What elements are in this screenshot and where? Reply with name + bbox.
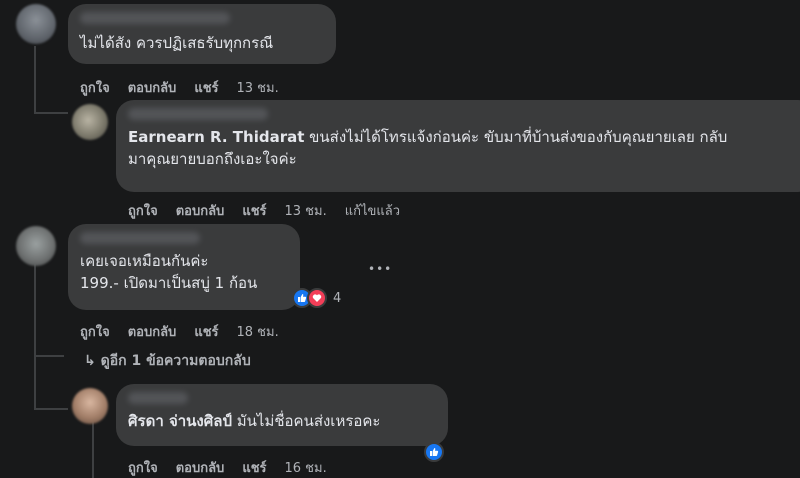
view-more-replies-label: ดูอีก 1 ข้อความตอบกลับ (100, 353, 251, 369)
comment-bubble: ศิรดา จ่านงศิลป์ มันไม่ชื่อคนส่งเหรอคะ (116, 384, 448, 446)
comment-text: ไม่ได้สัง ควรปฏิเสธรับทุกกรณี (80, 34, 274, 52)
thread-line-elbow (34, 408, 68, 410)
timestamp[interactable]: 13 ชม. (285, 200, 327, 221)
reply-link[interactable]: ตอบกลับ (176, 200, 225, 221)
thread-line-elbow (34, 355, 64, 357)
share-link[interactable]: แชร์ (194, 77, 218, 98)
reaction-count: 4 (333, 290, 342, 306)
thread-line-elbow (34, 112, 68, 114)
share-link[interactable]: แชร์ (242, 457, 266, 478)
comment-actions: ถูกใจ ตอบกลับ แชร์ 13 ชม. แก้ไขแล้ว (128, 200, 400, 221)
comment-text: ขนส่งไม่ได้โทรแจ้งก่อนค่ะ ขับมาที่บ้านส่… (309, 128, 728, 146)
blurred-author-name (128, 108, 268, 120)
reply-link[interactable]: ตอบกลับ (176, 457, 225, 478)
love-reaction-icon (307, 288, 327, 308)
avatar[interactable] (16, 4, 56, 44)
comment-text-line: ศิรดา จ่านงศิลป์ มันไม่ชื่อคนส่งเหรอคะ (128, 410, 436, 432)
timestamp[interactable]: 18 ชม. (237, 321, 279, 342)
timestamp[interactable]: 13 ชม. (237, 77, 279, 98)
like-link[interactable]: ถูกใจ (80, 321, 110, 342)
comment-text: มาคุณยายบอกถึงเอะใจค่ะ (128, 150, 297, 168)
blurred-author-name (128, 392, 188, 404)
author-name[interactable]: ศิรดา จ่านงศิลป์ (128, 412, 232, 430)
blurred-author-name (80, 12, 230, 24)
comment-actions: ถูกใจ ตอบกลับ แชร์ 16 ชม. (128, 457, 327, 478)
thread-line (34, 46, 36, 114)
comment-actions: ถูกใจ ตอบกลับ แชร์ 18 ชม. (80, 321, 279, 342)
avatar[interactable] (72, 104, 108, 140)
comment-text: 199.- เปิดมาเป็นสบู่ 1 ก้อน (80, 274, 258, 292)
thread-line (92, 420, 94, 478)
timestamp[interactable]: 16 ชม. (285, 457, 327, 478)
comment-bubble: ไม่ได้สัง ควรปฏิเสธรับทุกกรณี (68, 4, 336, 64)
avatar[interactable] (72, 388, 108, 424)
comment-bubble: เคยเจอเหมือนกันค่ะ 199.- เปิดมาเป็นสบู่ … (68, 224, 300, 310)
thread-line (34, 264, 36, 410)
blurred-author-name (80, 232, 200, 244)
comment-text-line: Earnearn R. Thidarat ขนส่งไม่ได้โทรแจ้งก… (128, 126, 800, 148)
avatar[interactable] (16, 226, 56, 266)
like-reaction-icon (424, 442, 444, 462)
like-link[interactable]: ถูกใจ (80, 77, 110, 98)
like-link[interactable]: ถูกใจ (128, 457, 158, 478)
edited-label: แก้ไขแล้ว (344, 204, 401, 219)
reaction-summary[interactable]: 4 (292, 288, 341, 308)
reply-link[interactable]: ตอบกลับ (128, 77, 177, 98)
comment-text: เคยเจอเหมือนกันค่ะ (80, 252, 209, 270)
comment-bubble: Earnearn R. Thidarat ขนส่งไม่ได้โทรแจ้งก… (116, 100, 800, 192)
share-link[interactable]: แชร์ (194, 321, 218, 342)
share-link[interactable]: แชร์ (242, 200, 266, 221)
reply-link[interactable]: ตอบกลับ (128, 321, 177, 342)
reaction-summary[interactable] (424, 442, 444, 462)
reply-arrow-icon: ↳ (84, 353, 96, 369)
like-link[interactable]: ถูกใจ (128, 200, 158, 221)
more-options-icon[interactable]: ••• (368, 262, 392, 276)
view-more-replies[interactable]: ↳ ดูอีก 1 ข้อความตอบกลับ (84, 350, 251, 372)
comment-text: มันไม่ชื่อคนส่งเหรอคะ (236, 412, 381, 430)
comment-actions: ถูกใจ ตอบกลับ แชร์ 13 ชม. (80, 77, 279, 98)
author-name[interactable]: Earnearn R. Thidarat (128, 128, 304, 146)
